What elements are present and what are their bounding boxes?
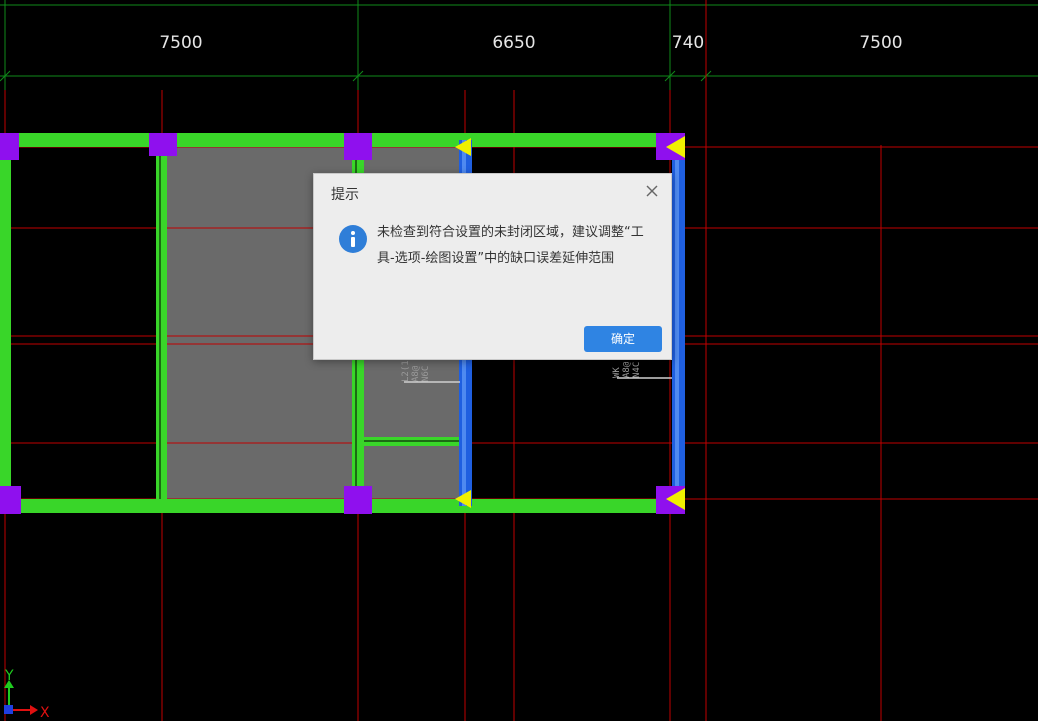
axis-grid: [0, 0, 1038, 721]
dimension-label-1: 7500: [159, 33, 202, 53]
axis-x-label: X: [40, 705, 50, 721]
info-icon: [339, 225, 367, 253]
beam-label-left-3: N6C: [421, 366, 431, 382]
beam-label-right-3: N4C: [632, 362, 642, 378]
beam-annotation-right: WK A8@ N4C: [612, 361, 672, 379]
message-dialog: 提示 未检查到符合设置的未封闭区域，建议调整“工具-选项-绘图设置”中的缺口误差…: [313, 173, 672, 360]
dialog-message: 未检查到符合设置的未封闭区域，建议调整“工具-选项-绘图设置”中的缺口误差延伸范…: [377, 225, 644, 266]
drawing-canvas[interactable]: 7500 6650 740 7500 L2(1 A8@ N6C WK A8@ N…: [0, 0, 1038, 721]
close-icon[interactable]: [643, 182, 661, 200]
coordinate-axis-icon: Y X: [4, 668, 50, 721]
beam-label-right-1: WK: [612, 367, 622, 378]
dimension-label-4: 7500: [859, 33, 902, 53]
dimension-label-3: 740: [672, 33, 704, 53]
dialog-title: 提示: [331, 187, 359, 203]
beam-label-left-1: L2(1: [401, 360, 411, 382]
beam-label-left-2: A8@: [411, 365, 421, 382]
ok-button[interactable]: 确定: [584, 326, 662, 352]
beam-label-right-2: A8@: [622, 361, 632, 378]
axis-y-label: Y: [4, 668, 14, 684]
dimension-label-2: 6650: [492, 33, 535, 53]
